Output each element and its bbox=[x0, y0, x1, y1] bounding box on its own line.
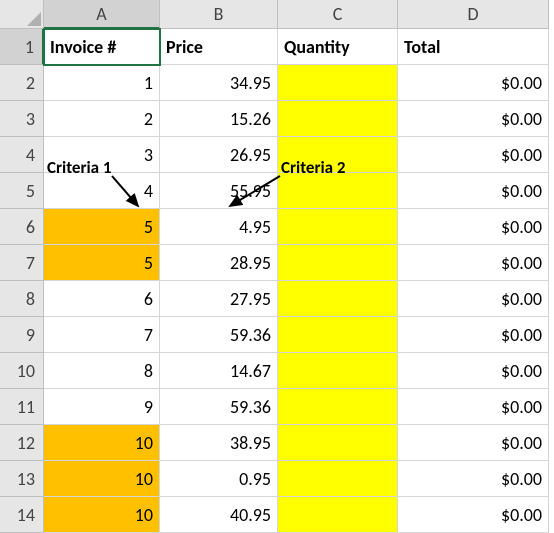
column-header-A[interactable]: A bbox=[44, 0, 160, 29]
cell-D3[interactable]: $0.00 bbox=[398, 101, 549, 137]
cell-A13[interactable]: 10 bbox=[44, 461, 160, 497]
cell-A14[interactable]: 10 bbox=[44, 497, 160, 533]
cell-A1[interactable]: Invoice # bbox=[44, 29, 160, 65]
cell-C9[interactable] bbox=[278, 317, 398, 353]
cell-C8[interactable] bbox=[278, 281, 398, 317]
cell-B13[interactable]: 0.95 bbox=[160, 461, 278, 497]
cell-B5[interactable]: 55.95 bbox=[160, 173, 278, 209]
row-header-13[interactable]: 13 bbox=[0, 461, 44, 497]
row-header-3[interactable]: 3 bbox=[0, 101, 44, 137]
cell-B8[interactable]: 27.95 bbox=[160, 281, 278, 317]
cell-B2[interactable]: 34.95 bbox=[160, 65, 278, 101]
cell-A4[interactable]: 3 bbox=[44, 137, 160, 173]
row-header-6[interactable]: 6 bbox=[0, 209, 44, 245]
row-header-2[interactable]: 2 bbox=[0, 65, 44, 101]
cell-C6[interactable] bbox=[278, 209, 398, 245]
cell-C3[interactable] bbox=[278, 101, 398, 137]
cell-C11[interactable] bbox=[278, 389, 398, 425]
cell-D1[interactable]: Total bbox=[398, 29, 549, 65]
cell-A6[interactable]: 5 bbox=[44, 209, 160, 245]
cell-C14[interactable] bbox=[278, 497, 398, 533]
row-header-4[interactable]: 4 bbox=[0, 137, 44, 173]
cell-D8[interactable]: $0.00 bbox=[398, 281, 549, 317]
cell-D13[interactable]: $0.00 bbox=[398, 461, 549, 497]
cell-A3[interactable]: 2 bbox=[44, 101, 160, 137]
cell-B9[interactable]: 59.36 bbox=[160, 317, 278, 353]
cell-B14[interactable]: 40.95 bbox=[160, 497, 278, 533]
cell-B1[interactable]: Price bbox=[160, 29, 278, 65]
cell-D10[interactable]: $0.00 bbox=[398, 353, 549, 389]
cell-A10[interactable]: 8 bbox=[44, 353, 160, 389]
cell-D5[interactable]: $0.00 bbox=[398, 173, 549, 209]
spreadsheet-grid[interactable]: ABCD1Invoice #PriceQuantityTotal2134.95$… bbox=[0, 0, 554, 533]
cell-C13[interactable] bbox=[278, 461, 398, 497]
cell-D2[interactable]: $0.00 bbox=[398, 65, 549, 101]
row-header-10[interactable]: 10 bbox=[0, 353, 44, 389]
cell-B10[interactable]: 14.67 bbox=[160, 353, 278, 389]
cell-B4[interactable]: 26.95 bbox=[160, 137, 278, 173]
cell-D12[interactable]: $0.00 bbox=[398, 425, 549, 461]
cell-C5[interactable] bbox=[278, 173, 398, 209]
cell-B11[interactable]: 59.36 bbox=[160, 389, 278, 425]
cell-B3[interactable]: 15.26 bbox=[160, 101, 278, 137]
column-header-C[interactable]: C bbox=[278, 0, 398, 29]
cell-D7[interactable]: $0.00 bbox=[398, 245, 549, 281]
column-header-D[interactable]: D bbox=[398, 0, 549, 29]
row-header-11[interactable]: 11 bbox=[0, 389, 44, 425]
cell-C12[interactable] bbox=[278, 425, 398, 461]
cell-D14[interactable]: $0.00 bbox=[398, 497, 549, 533]
cell-A11[interactable]: 9 bbox=[44, 389, 160, 425]
cell-C10[interactable] bbox=[278, 353, 398, 389]
row-header-7[interactable]: 7 bbox=[0, 245, 44, 281]
cell-B6[interactable]: 4.95 bbox=[160, 209, 278, 245]
cell-A8[interactable]: 6 bbox=[44, 281, 160, 317]
cell-A5[interactable]: 4 bbox=[44, 173, 160, 209]
cell-B12[interactable]: 38.95 bbox=[160, 425, 278, 461]
cell-D4[interactable]: $0.00 bbox=[398, 137, 549, 173]
row-header-9[interactable]: 9 bbox=[0, 317, 44, 353]
cell-C2[interactable] bbox=[278, 65, 398, 101]
cell-A7[interactable]: 5 bbox=[44, 245, 160, 281]
row-header-14[interactable]: 14 bbox=[0, 497, 44, 533]
row-header-12[interactable]: 12 bbox=[0, 425, 44, 461]
row-header-5[interactable]: 5 bbox=[0, 173, 44, 209]
cell-A9[interactable]: 7 bbox=[44, 317, 160, 353]
cell-A12[interactable]: 10 bbox=[44, 425, 160, 461]
cell-D6[interactable]: $0.00 bbox=[398, 209, 549, 245]
row-header-8[interactable]: 8 bbox=[0, 281, 44, 317]
cell-C7[interactable] bbox=[278, 245, 398, 281]
cell-A2[interactable]: 1 bbox=[44, 65, 160, 101]
column-header-B[interactable]: B bbox=[160, 0, 278, 29]
cell-D9[interactable]: $0.00 bbox=[398, 317, 549, 353]
cell-C4[interactable] bbox=[278, 137, 398, 173]
row-header-1[interactable]: 1 bbox=[0, 29, 44, 65]
cell-D11[interactable]: $0.00 bbox=[398, 389, 549, 425]
cell-C1[interactable]: Quantity bbox=[278, 29, 398, 65]
cell-B7[interactable]: 28.95 bbox=[160, 245, 278, 281]
select-all-corner[interactable] bbox=[0, 0, 44, 29]
